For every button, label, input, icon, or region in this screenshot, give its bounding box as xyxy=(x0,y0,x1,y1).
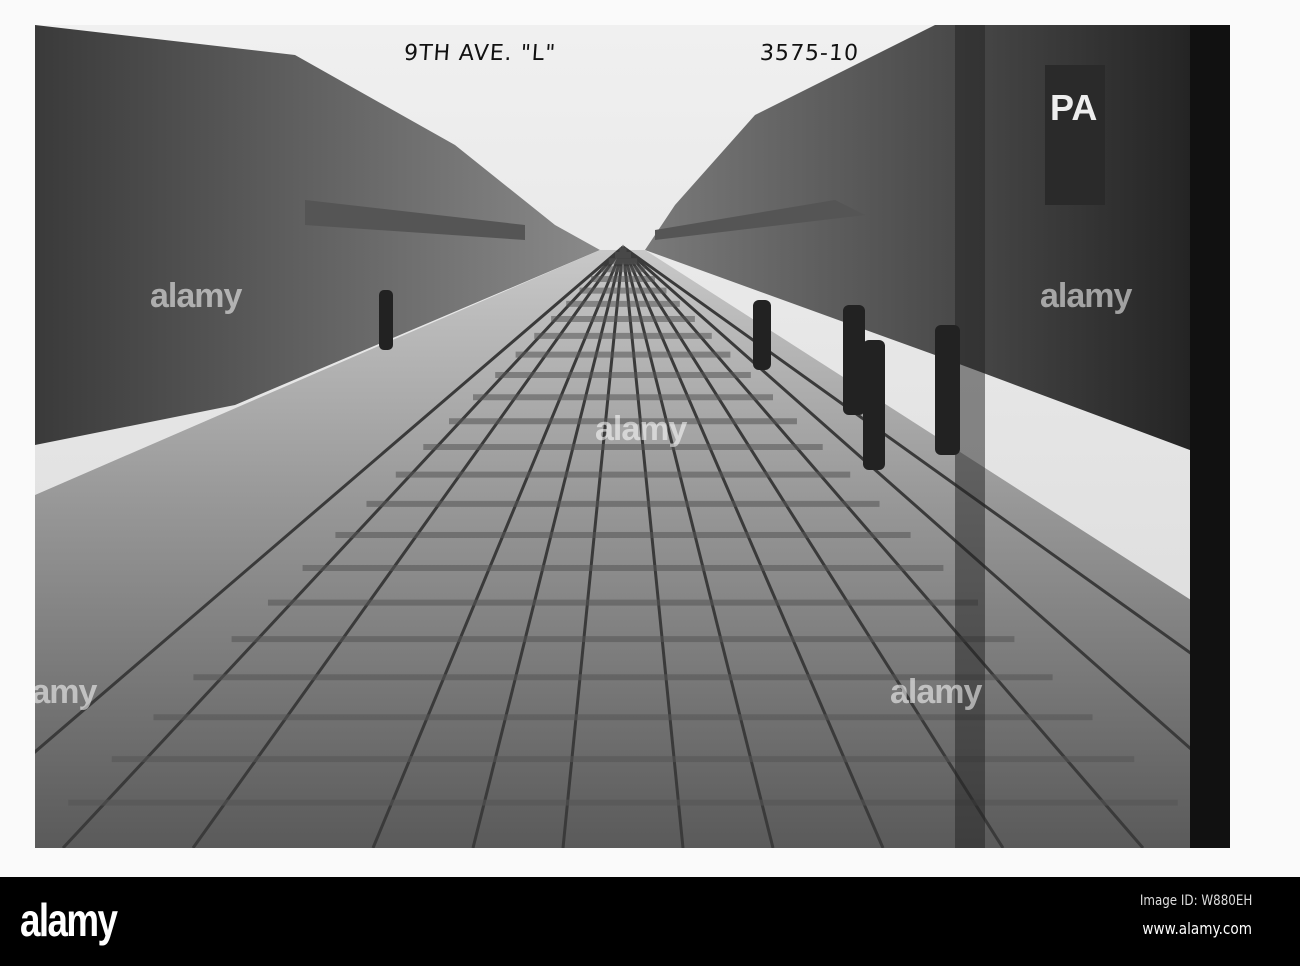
watermark: alamy xyxy=(595,410,687,448)
sign-text: PA xyxy=(1050,87,1097,128)
caption-right: 3575-10 xyxy=(759,41,860,66)
image-id: Image ID: W880EH xyxy=(1139,893,1252,909)
footer-bar: alamy Image ID: W880EH www.alamy.com xyxy=(0,877,1300,966)
watermark: alamy xyxy=(1040,277,1132,315)
alamy-logo: alamy xyxy=(20,894,118,946)
watermark: alamy xyxy=(35,673,97,711)
site-url: www.alamy.com xyxy=(1142,919,1252,938)
watermark: alamy xyxy=(150,277,242,315)
watermark: alamy xyxy=(890,673,982,711)
caption-left: 9TH AVE. "L" xyxy=(403,41,557,66)
photograph-elevated-railway: PA 9TH AVE. "L" 3575-10 alamy alamy alam… xyxy=(35,25,1230,848)
